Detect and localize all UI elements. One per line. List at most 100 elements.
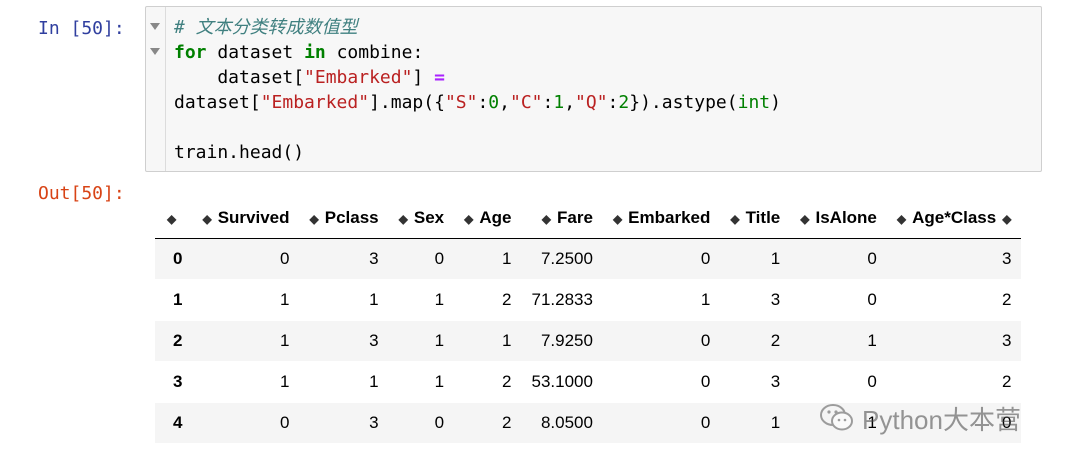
column-header-age-class[interactable]: ◆ Age*Class ◆ xyxy=(886,198,1022,239)
table-cell: 0 xyxy=(700,413,711,432)
table-cell: 0 xyxy=(434,413,445,432)
code-text: ].map({ xyxy=(369,92,445,113)
code-text: , xyxy=(499,92,510,113)
table-cell: 3 xyxy=(369,249,379,268)
sort-icon[interactable]: ◆ xyxy=(800,212,809,226)
code-string: "Embarked" xyxy=(260,92,370,113)
column-header-age[interactable]: ◆ Age xyxy=(454,198,522,239)
column-header-title[interactable]: ◆ Title xyxy=(720,198,791,239)
table-row: 1 1 1 1 2 71.2833 1 3 0 2 xyxy=(155,280,1022,321)
table-cell: 1 xyxy=(434,331,445,350)
index-header[interactable]: ◆ xyxy=(155,198,193,239)
code-line-4: dataset["Embarked"].map({"S":0,"C":1,"Q"… xyxy=(174,90,781,115)
code-cell-input[interactable]: # 文本分类转成数值型 for dataset in combine: datas… xyxy=(145,6,1042,172)
code-text: dataset[ xyxy=(174,67,305,88)
watermark: Python大本营 xyxy=(820,398,1050,438)
table-header: ◆ ◆ Survived ◆ Pclass ◆ Sex ◆ Age ◆ Fare ◆ Embarked… xyxy=(155,198,1022,239)
table-cell: 3 xyxy=(1002,331,1012,350)
table-cell: 0 xyxy=(280,249,290,268)
column-header-label: Title xyxy=(745,208,781,227)
table-cell: 0 xyxy=(280,413,290,432)
row-index: 3 xyxy=(173,372,183,391)
code-line-3: dataset["Embarked"] = xyxy=(174,65,781,90)
table-cell: 1 xyxy=(502,249,512,268)
table-row: 0 0 3 0 1 7.2500 0 1 0 3 xyxy=(155,238,1022,280)
sort-icon[interactable]: ◆ xyxy=(167,212,176,226)
table-cell: 8.0500 xyxy=(540,413,593,432)
table-cell: 1 xyxy=(369,372,379,391)
sort-icon[interactable]: ◆ xyxy=(202,212,211,226)
code-text: : xyxy=(542,92,554,113)
column-header-pclass[interactable]: ◆ Pclass xyxy=(299,198,389,239)
sort-icon[interactable]: ◆ xyxy=(613,212,622,226)
table-cell: 0 xyxy=(434,249,445,268)
column-header-label: Sex xyxy=(413,208,445,227)
row-index: 4 xyxy=(173,413,183,432)
table-cell: 1 xyxy=(502,331,512,350)
table-cell: 0 xyxy=(700,372,711,391)
code-line-2: for dataset in combine: xyxy=(174,40,781,65)
column-header-fare[interactable]: ◆ Fare xyxy=(521,198,603,239)
sort-icon[interactable]: ◆ xyxy=(1002,212,1011,226)
keyword-for: for xyxy=(174,42,207,63)
keyword-in: in xyxy=(304,42,326,63)
column-header-label: Fare xyxy=(557,208,593,227)
table-cell: 3 xyxy=(369,331,379,350)
input-prompt: In [50]: xyxy=(38,18,125,39)
table-cell: 1 xyxy=(280,372,290,391)
row-index: 0 xyxy=(173,249,183,268)
table-cell: 3 xyxy=(369,413,379,432)
table-cell: 7.9250 xyxy=(540,331,593,350)
table-cell: 1 xyxy=(434,290,445,309)
table-row: 3 1 1 1 2 53.1000 0 3 0 2 xyxy=(155,362,1022,403)
code-text: : xyxy=(477,92,489,113)
code-string: "Embarked" xyxy=(304,67,413,88)
code-text: dataset[ xyxy=(174,92,261,113)
column-header-sex[interactable]: ◆ Sex xyxy=(388,198,455,239)
sort-icon[interactable]: ◆ xyxy=(897,212,906,226)
sort-icon[interactable]: ◆ xyxy=(464,212,473,226)
table-cell: 2 xyxy=(502,372,512,391)
column-header-label: Survived xyxy=(217,208,290,227)
code-operator: = xyxy=(434,67,445,88)
table-cell: 2 xyxy=(502,413,512,432)
sort-icon[interactable]: ◆ xyxy=(542,212,551,226)
fold-arrow-icon[interactable] xyxy=(150,48,160,55)
table-cell: 3 xyxy=(770,290,781,309)
sort-icon[interactable]: ◆ xyxy=(310,212,319,226)
code-string: "S" xyxy=(444,92,478,113)
table-cell: 71.2833 xyxy=(531,290,593,309)
table-cell: 1 xyxy=(280,290,290,309)
table-cell: 7.2500 xyxy=(540,249,593,268)
code-text: , xyxy=(564,92,576,113)
code-builtin: int xyxy=(737,92,771,113)
code-string: "C" xyxy=(509,92,543,113)
fold-arrow-icon[interactable] xyxy=(150,23,160,30)
table-cell: 1 xyxy=(867,331,877,350)
code-editor[interactable]: # 文本分类转成数值型 for dataset in combine: datas… xyxy=(174,15,781,165)
column-header-label: Age*Class xyxy=(912,208,997,227)
header-row: ◆ ◆ Survived ◆ Pclass ◆ Sex ◆ Age ◆ Fare ◆ Embarked… xyxy=(155,198,1022,239)
code-string: "Q" xyxy=(575,92,608,113)
code-text: combine: xyxy=(325,42,424,63)
sort-icon[interactable]: ◆ xyxy=(399,212,408,226)
table-cell: 0 xyxy=(700,331,711,350)
row-index: 2 xyxy=(173,331,183,350)
table-cell: 53.1000 xyxy=(531,372,593,391)
code-number: 2 xyxy=(618,92,630,113)
output-prompt: Out[50]: xyxy=(38,183,125,204)
column-header-survived[interactable]: ◆ Survived xyxy=(192,198,300,239)
sort-icon[interactable]: ◆ xyxy=(730,212,739,226)
table-cell: 3 xyxy=(770,372,781,391)
table-cell: 0 xyxy=(700,249,711,268)
table-cell: 1 xyxy=(434,372,445,391)
code-text: train.head() xyxy=(174,142,305,163)
code-number: 0 xyxy=(488,92,500,113)
table-cell: 1 xyxy=(369,290,379,309)
column-header-isalone[interactable]: ◆ IsAlone xyxy=(790,198,887,239)
code-text: }).astype( xyxy=(629,92,738,113)
column-header-embarked[interactable]: ◆ Embarked xyxy=(602,198,721,239)
table-row: 2 1 3 1 1 7.9250 0 2 1 3 xyxy=(155,320,1022,362)
editor-gutter xyxy=(146,7,166,171)
